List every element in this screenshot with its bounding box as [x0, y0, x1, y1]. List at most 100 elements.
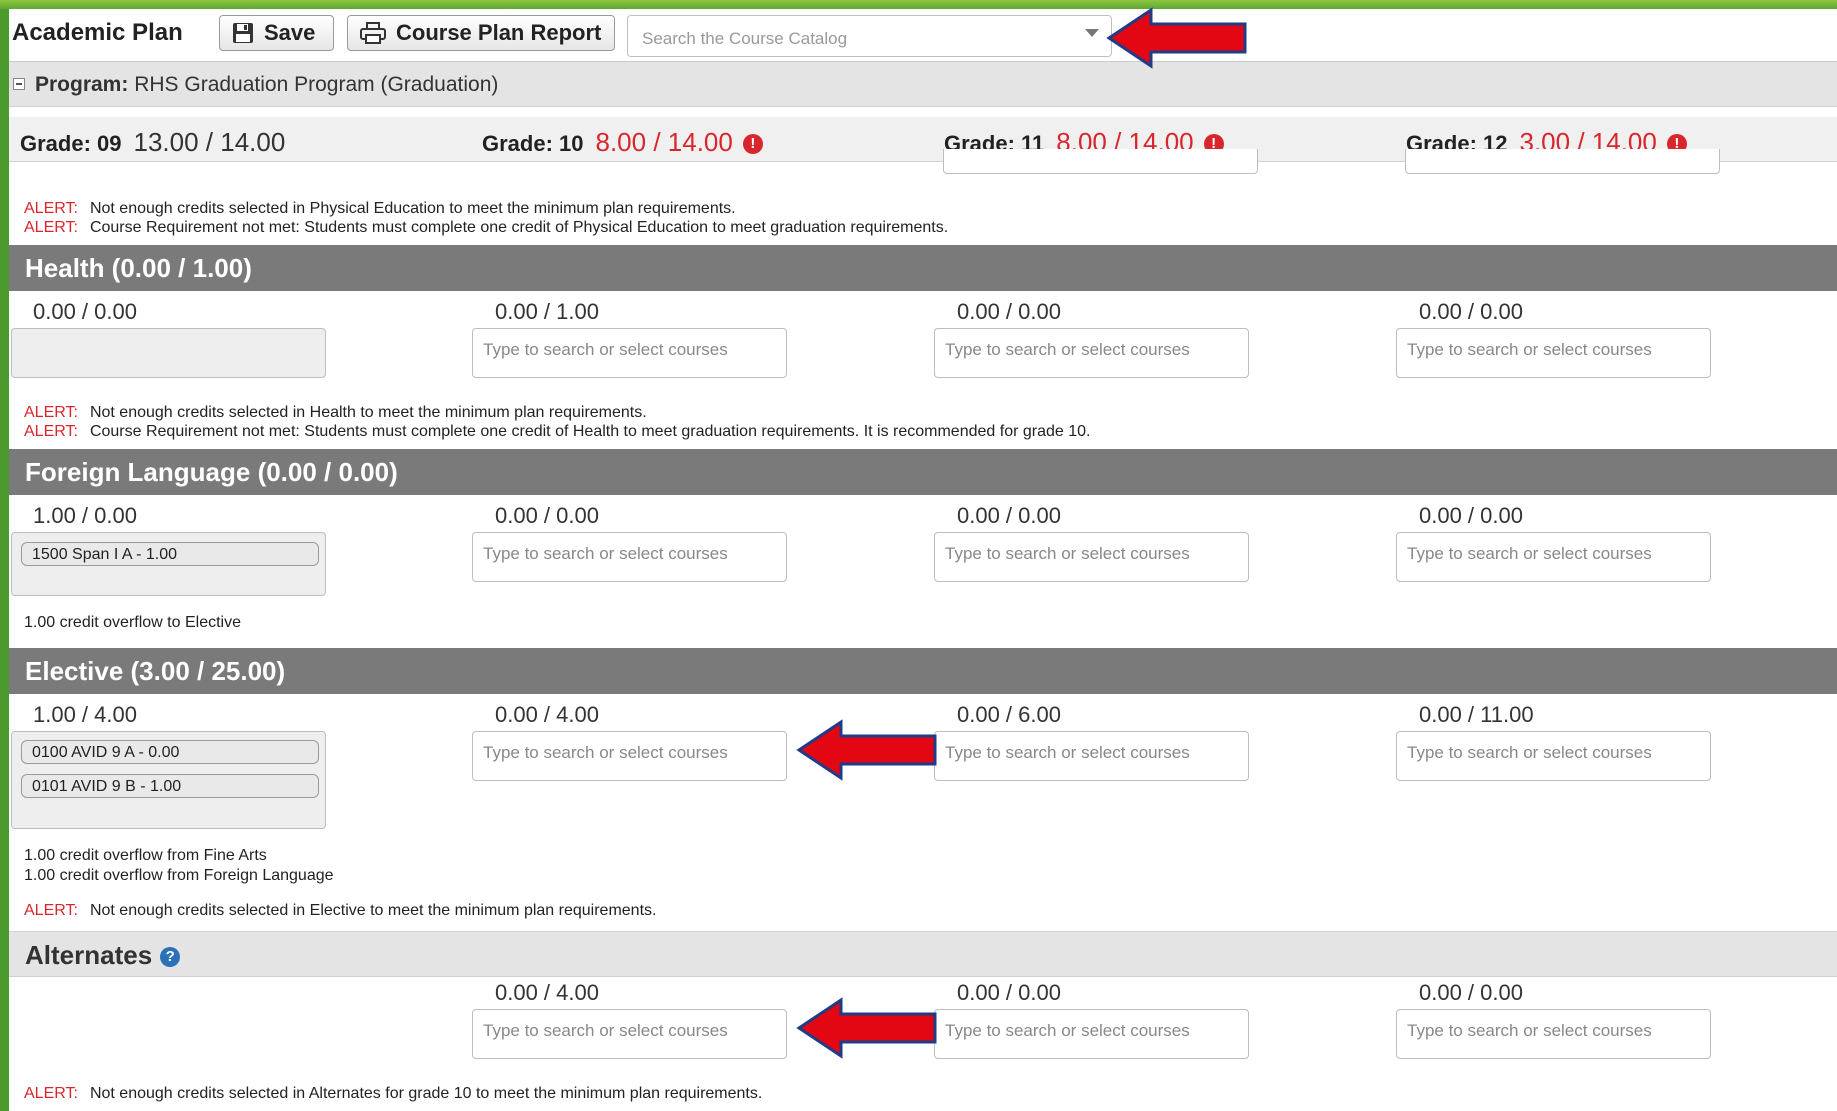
input-placeholder: Type to search or select courses: [483, 743, 728, 762]
course-search-input[interactable]: Type to search or select courses: [472, 328, 787, 378]
course-search-input[interactable]: Type to search or select courses: [472, 1009, 787, 1059]
grade-label: Grade: 09: [20, 131, 122, 156]
alert-label: ALERT:: [24, 1085, 78, 1102]
grade-credits: 8.00 / 14.00: [595, 127, 733, 157]
arrow-icon: [796, 997, 937, 1059]
grade-09-header: Grade: 09 13.00 / 14.00: [20, 127, 285, 158]
credit-summary: 0.00 / 0.00: [957, 299, 1061, 324]
course-chip[interactable]: 0101 AVID 9 B - 1.00: [21, 774, 319, 798]
alert-text: Not enough credits selected in Health to…: [89, 404, 647, 421]
academic-plan-window: Academic Plan Save Course Plan Report Se…: [9, 9, 1837, 1111]
arrow-icon: [796, 719, 937, 781]
course-box-grade-09: 0100 AVID 9 A - 0.00 0101 AVID 9 B - 1.0…: [11, 731, 326, 829]
credit-summary: 0.00 / 0.00: [1419, 980, 1523, 1005]
alert-text: Not enough credits selected in Elective …: [89, 902, 657, 919]
alert-label: ALERT:: [24, 200, 78, 217]
alert-message: ALERT: Not enough credits selected in Phy…: [24, 200, 736, 218]
credit-summary: 0.00 / 0.00: [1419, 503, 1523, 528]
search-placeholder: Search the Course Catalog: [642, 29, 848, 48]
page-title: Academic Plan: [12, 19, 183, 46]
credit-summary: 0.00 / 6.00: [957, 702, 1061, 727]
alert-label: ALERT:: [24, 219, 78, 236]
section-header-health: Health (0.00 / 1.00): [9, 245, 1837, 291]
toolbar: Academic Plan Save Course Plan Report Se…: [9, 9, 1837, 62]
program-key: Program:: [35, 73, 129, 96]
section-header-alternates: Alternates?: [9, 931, 1837, 977]
program-value: RHS Graduation Program (Graduation): [134, 73, 499, 96]
input-placeholder: Type to search or select courses: [1407, 743, 1652, 762]
help-icon[interactable]: ?: [160, 947, 181, 967]
course-search-input[interactable]: Type to search or select courses: [934, 1009, 1249, 1059]
section-header-elective: Elective (3.00 / 25.00): [9, 648, 1837, 694]
pe-course-box-grade-12[interactable]: [1405, 149, 1720, 174]
alert-label: ALERT:: [24, 902, 78, 919]
save-button-label: Save: [264, 20, 316, 45]
credit-summary: 0.00 / 4.00: [495, 702, 599, 727]
course-chip[interactable]: 1500 Span I A - 1.00: [21, 542, 319, 566]
print-icon: [360, 22, 386, 44]
course-search-input[interactable]: Type to search or select courses: [472, 731, 787, 781]
course-search-input[interactable]: Type to search or select courses: [934, 532, 1249, 582]
alert-text: Course Requirement not met: Students mus…: [89, 423, 1091, 440]
alert-message: ALERT: Course Requirement not met: Studen…: [24, 423, 1090, 441]
course-box-grade-09: 1500 Span I A - 1.00: [11, 532, 326, 596]
credit-summary: 1.00 / 4.00: [33, 702, 137, 727]
grade-10-header: Grade: 10 8.00 / 14.00!: [482, 127, 763, 158]
alternates-title: Alternates: [25, 940, 153, 970]
course-catalog-search[interactable]: Search the Course Catalog: [627, 15, 1112, 57]
alert-message: ALERT: Not enough credits selected in Hea…: [24, 404, 647, 422]
section-header-foreign-language: Foreign Language (0.00 / 0.00): [9, 449, 1837, 495]
input-placeholder: Type to search or select courses: [945, 544, 1190, 563]
course-search-input[interactable]: Type to search or select courses: [934, 731, 1249, 781]
save-button[interactable]: Save: [219, 15, 334, 51]
credit-summary: 0.00 / 11.00: [1419, 702, 1534, 727]
collapse-toggle-icon[interactable]: [13, 78, 25, 90]
grade-label: Grade: 10: [482, 131, 584, 156]
input-placeholder: Type to search or select courses: [945, 743, 1190, 762]
input-placeholder: Type to search or select courses: [483, 1021, 728, 1040]
credit-summary: 1.00 / 0.00: [33, 503, 137, 528]
alert-message: ALERT: Not enough credits selected in Ele…: [24, 902, 656, 920]
arrow-icon: [1106, 7, 1247, 69]
credit-summary: 0.00 / 4.00: [495, 980, 599, 1005]
alert-text: Not enough credits selected in Physical …: [89, 200, 736, 217]
credit-summary: 0.00 / 0.00: [33, 299, 137, 324]
course-search-input[interactable]: Type to search or select courses: [1396, 1009, 1711, 1059]
input-placeholder: Type to search or select courses: [483, 544, 728, 563]
course-search-input[interactable]: Type to search or select courses: [1396, 731, 1711, 781]
program-label: Program: RHS Graduation Program (Graduat…: [35, 73, 498, 97]
credit-summary: 0.00 / 0.00: [957, 980, 1061, 1005]
input-placeholder: Type to search or select courses: [1407, 340, 1652, 359]
overflow-note: 1.00 credit overflow from Foreign Langua…: [24, 867, 334, 884]
program-bar: Program: RHS Graduation Program (Graduat…: [9, 62, 1837, 107]
course-search-input[interactable]: Type to search or select courses: [472, 532, 787, 582]
course-search-input[interactable]: Type to search or select courses: [934, 328, 1249, 378]
pe-course-box-grade-11[interactable]: [943, 149, 1258, 174]
alert-label: ALERT:: [24, 404, 78, 421]
window-frame-accent: [0, 0, 1837, 9]
course-search-input[interactable]: Type to search or select courses: [1396, 328, 1711, 378]
course-search-input[interactable]: Type to search or select courses: [1396, 532, 1711, 582]
alert-text: Not enough credits selected in Alternate…: [89, 1085, 763, 1102]
input-placeholder: Type to search or select courses: [1407, 544, 1652, 563]
credit-summary: 0.00 / 0.00: [495, 503, 599, 528]
input-placeholder: Type to search or select courses: [483, 340, 728, 359]
save-icon: [233, 23, 253, 43]
overflow-note: 1.00 credit overflow from Fine Arts: [24, 847, 267, 864]
dropdown-caret-icon[interactable]: [1085, 29, 1099, 37]
grade-credits: 13.00 / 14.00: [133, 127, 286, 157]
input-placeholder: Type to search or select courses: [945, 1021, 1190, 1040]
alert-label: ALERT:: [24, 423, 78, 440]
warning-icon: !: [742, 134, 763, 154]
course-plan-report-button[interactable]: Course Plan Report: [347, 15, 615, 51]
overflow-note: 1.00 credit overflow to Elective: [24, 614, 241, 631]
credit-summary: 0.00 / 1.00: [495, 299, 599, 324]
course-plan-report-label: Course Plan Report: [396, 20, 602, 45]
alert-message: ALERT: Not enough credits selected in Alt…: [24, 1085, 762, 1103]
alert-text: Course Requirement not met: Students mus…: [89, 219, 949, 236]
alert-message: ALERT: Course Requirement not met: Studen…: [24, 219, 948, 237]
input-placeholder: Type to search or select courses: [1407, 1021, 1652, 1040]
input-placeholder: Type to search or select courses: [945, 340, 1190, 359]
course-box-grade-09: [11, 328, 326, 378]
course-chip[interactable]: 0100 AVID 9 A - 0.00: [21, 740, 319, 764]
